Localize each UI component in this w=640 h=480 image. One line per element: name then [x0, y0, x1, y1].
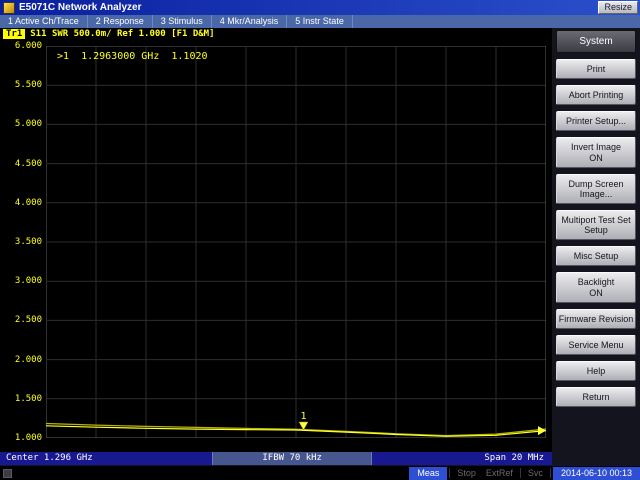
softkey-value: ON	[558, 153, 634, 163]
softkey-label: Firmware Revision	[558, 314, 634, 324]
y-axis-tick-label: 3.500	[0, 237, 42, 247]
status-separator	[449, 468, 450, 478]
softkey-help[interactable]: Help	[556, 361, 636, 381]
softkey-return[interactable]: Return	[556, 387, 636, 407]
status-extref: ExtRef	[481, 468, 518, 478]
menubar: 1 Active Ch/Trace2 Response3 Stimulus4 M…	[0, 15, 640, 28]
menu-item-4-mkr-analysis[interactable]: 4 Mkr/Analysis	[212, 15, 288, 28]
status-stop: Stop	[452, 468, 481, 478]
window-title: E5071C Network Analyzer	[19, 2, 598, 13]
titlebar: E5071C Network Analyzer Resize	[0, 0, 640, 15]
y-axis-tick-label: 2.000	[0, 355, 42, 365]
softkey-label: Dump Screen Image...	[558, 179, 634, 199]
svg-text:1: 1	[300, 411, 306, 422]
y-axis-tick-label: 2.500	[0, 315, 42, 325]
y-axis-labels: 6.000 5.500 5.000 4.500 4.000 3.500 3.000 2.500…	[0, 28, 46, 452]
softkey-firmware-revision[interactable]: Firmware Revision	[556, 309, 636, 329]
resize-button[interactable]: Resize	[598, 1, 638, 14]
y-axis-tick-label: 4.000	[0, 198, 42, 208]
softkey-label: Print	[558, 64, 634, 74]
softkey-label: Abort Printing	[558, 90, 634, 100]
graph-area: Tr1 S11 SWR 500.0m/ Ref 1.000 [F1 D&M] 6…	[0, 28, 552, 452]
y-axis-tick-label: 3.000	[0, 276, 42, 286]
y-axis-tick-label: 1.000	[0, 433, 42, 443]
y-axis-tick-label: 5.500	[0, 80, 42, 90]
status-meas: Meas	[409, 467, 447, 480]
app-icon	[3, 2, 15, 14]
status-led	[3, 469, 12, 478]
softkey-printer-setup[interactable]: Printer Setup...	[556, 111, 636, 131]
softkey-panel: System Print Abort Printing Printer Setup.…	[552, 28, 640, 465]
softkey-label: Backlight	[558, 277, 634, 287]
network-analyzer-screen: E5071C Network Analyzer Resize 1 Active …	[0, 0, 640, 480]
y-axis-tick-label: 6.000	[0, 41, 42, 51]
menu-item-5-instr-state[interactable]: 5 Instr State	[287, 15, 353, 28]
softkey-print[interactable]: Print	[556, 59, 636, 79]
center-frequency-label: Center 1.296 GHz	[0, 452, 212, 465]
menu-item-1-active-ch-trace[interactable]: 1 Active Ch/Trace	[0, 15, 88, 28]
softkey-service-menu[interactable]: Service Menu	[556, 335, 636, 355]
softkey-label: Printer Setup...	[558, 116, 634, 126]
softkey-menu-title: System	[556, 30, 636, 53]
statusbar: Meas Stop ExtRef Svc 2014-06-10 00:13	[0, 465, 640, 480]
status-separator	[520, 468, 521, 478]
softkey-label: Multiport Test Set Setup	[558, 215, 634, 235]
softkey-invert-image[interactable]: Invert ImageON	[556, 137, 636, 168]
stimulus-bar: Center 1.296 GHz IFBW 70 kHz Span 20 MHz	[0, 452, 552, 465]
softkey-abort-printing[interactable]: Abort Printing	[556, 85, 636, 105]
y-axis-tick-label: 1.500	[0, 394, 42, 404]
menu-item-3-stimulus[interactable]: 3 Stimulus	[153, 15, 212, 28]
span-label: Span 20 MHz	[372, 452, 552, 465]
y-axis-tick-label: 5.000	[0, 119, 42, 129]
softkey-label: Misc Setup	[558, 251, 634, 261]
y-axis-tick-label: 4.500	[0, 159, 42, 169]
ifbw-label: IFBW 70 kHz	[212, 452, 372, 465]
softkey-dump-screen-image[interactable]: Dump Screen Image...	[556, 174, 636, 204]
status-separator	[550, 468, 551, 478]
softkey-multiport-test-set-setup[interactable]: Multiport Test Set Setup	[556, 210, 636, 240]
menu-item-2-response[interactable]: 2 Response	[88, 15, 153, 28]
trace-info: S11 SWR 500.0m/ Ref 1.000 [F1 D&M]	[30, 29, 214, 39]
softkey-label: Return	[558, 392, 634, 402]
softkey-label: Invert Image	[558, 142, 634, 152]
plot-svg[interactable]: 1	[46, 46, 546, 438]
status-svc: Svc	[523, 468, 548, 478]
status-datetime: 2014-06-10 00:13	[553, 467, 640, 480]
softkey-label: Help	[558, 366, 634, 376]
softkey-misc-setup[interactable]: Misc Setup	[556, 246, 636, 266]
softkey-backlight[interactable]: BacklightON	[556, 272, 636, 303]
marker-readout: >1 1.2963000 GHz 1.1020	[57, 51, 208, 62]
softkey-label: Service Menu	[558, 340, 634, 350]
softkey-value: ON	[558, 288, 634, 298]
